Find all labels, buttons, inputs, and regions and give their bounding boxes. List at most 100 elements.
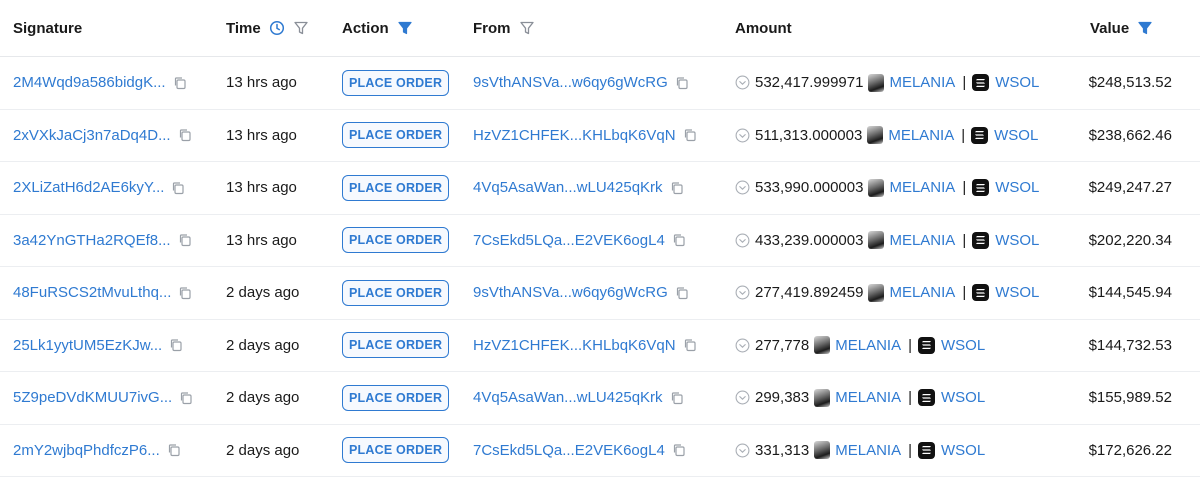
token-a-link[interactable]: MELANIA bbox=[889, 74, 955, 91]
copy-icon[interactable] bbox=[178, 128, 192, 142]
filter-icon-active[interactable] bbox=[1137, 20, 1153, 36]
copy-icon[interactable] bbox=[683, 128, 697, 142]
copy-icon[interactable] bbox=[672, 443, 686, 457]
from-address-link[interactable]: 9sVthANSVa...w6qy6gWcRG bbox=[473, 284, 668, 301]
copy-icon[interactable] bbox=[178, 286, 192, 300]
from-cell: 7CsEkd5LQa...E2VEK6ogL4 bbox=[473, 425, 686, 477]
copy-icon[interactable] bbox=[675, 76, 689, 90]
amount-value: 511,313.000003 bbox=[755, 126, 863, 144]
table-row: 2mY2wjbqPhdfczP6... 2 days ago PLACE ORD… bbox=[0, 425, 1200, 477]
copy-icon[interactable] bbox=[171, 181, 185, 195]
signature-link[interactable]: 5Z9peDVdKMUU7ivG... bbox=[13, 389, 172, 406]
solana-icon bbox=[971, 126, 989, 144]
time-text: 13 hrs ago bbox=[226, 179, 297, 197]
solana-icon bbox=[972, 231, 990, 249]
copy-icon[interactable] bbox=[179, 391, 193, 405]
action-badge: PLACE ORDER bbox=[342, 122, 450, 149]
copy-icon[interactable] bbox=[683, 338, 697, 352]
amount-cell: 277,778 MELANIA | WSOL bbox=[735, 320, 985, 372]
token-a-link[interactable]: MELANIA bbox=[889, 179, 955, 196]
token-a-link[interactable]: MELANIA bbox=[835, 337, 901, 354]
token-separator: | bbox=[962, 74, 967, 92]
amount-cell: 331,313 MELANIA | WSOL bbox=[735, 425, 985, 477]
action-cell: PLACE ORDER bbox=[342, 57, 450, 109]
clock-icon[interactable] bbox=[269, 20, 285, 36]
signature-link[interactable]: 2xVXkJaCj3n7aDq4D... bbox=[13, 127, 171, 144]
signature-link[interactable]: 2XLiZatH6d2AE6kyY... bbox=[13, 179, 164, 196]
token-b-link[interactable]: WSOL bbox=[941, 337, 985, 354]
signature-link[interactable]: 2mY2wjbqPhdfczP6... bbox=[13, 442, 160, 459]
check-circle-icon bbox=[735, 285, 750, 300]
time-cell: 2 days ago bbox=[226, 372, 299, 424]
copy-icon[interactable] bbox=[167, 443, 181, 457]
amount-value: 277,419.892459 bbox=[755, 284, 864, 302]
table-row: 2M4Wqd9a586bidgK... 13 hrs ago PLACE ORD… bbox=[0, 57, 1200, 110]
value-cell: $144,545.94 bbox=[1089, 267, 1172, 319]
token-b-link[interactable]: WSOL bbox=[941, 442, 985, 459]
amount-cell: 533,990.000003 MELANIA | WSOL bbox=[735, 162, 1039, 214]
token-separator: | bbox=[908, 336, 912, 354]
token-b-link[interactable]: WSOL bbox=[995, 284, 1039, 301]
usd-value: $238,662.46 bbox=[1088, 126, 1172, 144]
time-cell: 2 days ago bbox=[226, 320, 299, 372]
copy-icon[interactable] bbox=[675, 286, 689, 300]
from-address-link[interactable]: 7CsEkd5LQa...E2VEK6ogL4 bbox=[473, 442, 665, 459]
signature-link[interactable]: 25Lk1yytUM5EzKJw... bbox=[13, 337, 162, 354]
usd-value: $172,626.22 bbox=[1088, 441, 1172, 459]
from-address-link[interactable]: 9sVthANSVa...w6qy6gWcRG bbox=[473, 74, 668, 91]
token-a-link[interactable]: MELANIA bbox=[888, 127, 954, 144]
token-separator: | bbox=[962, 284, 967, 302]
header-value: Value bbox=[1090, 0, 1153, 56]
melania-avatar-icon bbox=[814, 336, 831, 355]
action-cell: PLACE ORDER bbox=[342, 215, 450, 267]
time-text: 2 days ago bbox=[226, 441, 300, 459]
signature-link[interactable]: 2M4Wqd9a586bidgK... bbox=[13, 74, 166, 91]
token-b-link[interactable]: WSOL bbox=[995, 179, 1039, 196]
from-cell: 9sVthANSVa...w6qy6gWcRG bbox=[473, 267, 689, 319]
value-cell: $248,513.52 bbox=[1089, 57, 1172, 109]
from-address-link[interactable]: HzVZ1CHFEK...KHLbqK6VqN bbox=[473, 337, 676, 354]
token-b-link[interactable]: WSOL bbox=[995, 74, 1039, 91]
amount-value: 433,239.000003 bbox=[755, 231, 864, 249]
from-address-link[interactable]: 4Vq5AsaWan...wLU425qKrk bbox=[473, 389, 663, 406]
copy-icon[interactable] bbox=[178, 233, 192, 247]
table-row: 3a42YnGTHa2RQEf8... 13 hrs ago PLACE ORD… bbox=[0, 215, 1200, 267]
token-b-link[interactable]: WSOL bbox=[941, 389, 985, 406]
from-address-link[interactable]: 4Vq5AsaWan...wLU425qKrk bbox=[473, 179, 663, 196]
filter-icon[interactable] bbox=[293, 20, 309, 36]
token-b-link[interactable]: WSOL bbox=[995, 232, 1039, 249]
melania-avatar-icon bbox=[868, 231, 885, 250]
header-signature-label: Signature bbox=[13, 19, 83, 37]
time-cell: 13 hrs ago bbox=[226, 215, 297, 267]
amount-cell: 433,239.000003 MELANIA | WSOL bbox=[735, 215, 1039, 267]
token-a-link[interactable]: MELANIA bbox=[835, 389, 901, 406]
usd-value: $144,732.53 bbox=[1088, 336, 1172, 354]
filter-icon-active[interactable] bbox=[397, 20, 413, 36]
time-cell: 13 hrs ago bbox=[226, 57, 297, 109]
token-a-link[interactable]: MELANIA bbox=[835, 442, 901, 459]
from-address-link[interactable]: 7CsEkd5LQa...E2VEK6ogL4 bbox=[473, 232, 665, 249]
usd-value: $155,989.52 bbox=[1088, 389, 1172, 407]
check-circle-icon bbox=[735, 75, 750, 90]
filter-icon[interactable] bbox=[519, 20, 535, 36]
copy-icon[interactable] bbox=[670, 181, 684, 195]
token-a-link[interactable]: MELANIA bbox=[889, 232, 955, 249]
copy-icon[interactable] bbox=[670, 391, 684, 405]
copy-icon[interactable] bbox=[173, 76, 187, 90]
from-address-link[interactable]: HzVZ1CHFEK...KHLbqK6VqN bbox=[473, 127, 676, 144]
signature-link[interactable]: 48FuRSCS2tMvuLthq... bbox=[13, 284, 171, 301]
amount-value: 331,313 bbox=[755, 441, 810, 459]
token-b-link[interactable]: WSOL bbox=[994, 127, 1038, 144]
action-cell: PLACE ORDER bbox=[342, 267, 450, 319]
action-cell: PLACE ORDER bbox=[342, 372, 450, 424]
amount-value: 532,417.999971 bbox=[755, 74, 864, 92]
melania-avatar-icon bbox=[868, 73, 885, 92]
table-row: 2XLiZatH6d2AE6kyY... 13 hrs ago PLACE OR… bbox=[0, 162, 1200, 215]
signature-link[interactable]: 3a42YnGTHa2RQEf8... bbox=[13, 232, 171, 249]
token-a-link[interactable]: MELANIA bbox=[889, 284, 955, 301]
signature-cell: 5Z9peDVdKMUU7ivG... bbox=[13, 372, 193, 424]
amount-cell: 299,383 MELANIA | WSOL bbox=[735, 372, 985, 424]
copy-icon[interactable] bbox=[672, 233, 686, 247]
melania-avatar-icon bbox=[814, 388, 831, 407]
copy-icon[interactable] bbox=[169, 338, 183, 352]
